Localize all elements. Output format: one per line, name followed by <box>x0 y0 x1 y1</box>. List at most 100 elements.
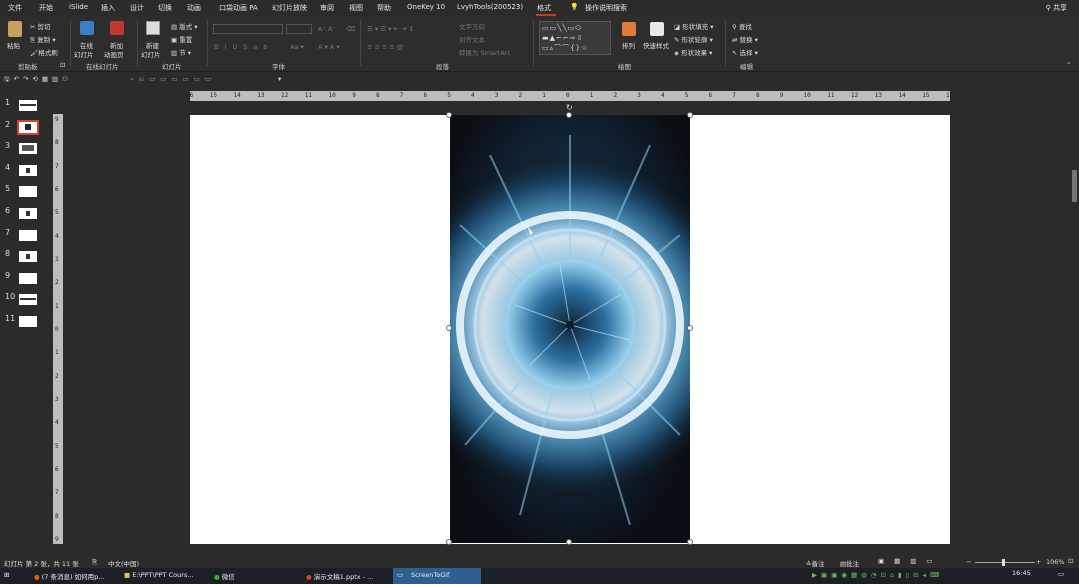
resize-handle[interactable] <box>687 325 693 331</box>
grow-font-icon[interactable]: A⁺ A⁻ <box>318 25 336 33</box>
slide-thumbnail[interactable] <box>19 273 37 284</box>
tab-slideshow[interactable]: 幻灯片放映 <box>272 3 307 13</box>
tray-icons[interactable]: ▶▣▣◉▦◍◔⊡⌂▮▯⊟◂⌨ <box>812 571 943 579</box>
zoom-slider-thumb[interactable] <box>1002 559 1005 566</box>
shape-outline-button[interactable]: ✎ 形状轮廓 ▾ <box>674 34 713 44</box>
start-icon[interactable]: ⊞ <box>4 571 9 579</box>
resize-handle[interactable] <box>566 112 572 118</box>
slide-thumbnail[interactable] <box>19 143 37 154</box>
resize-handle[interactable] <box>446 112 452 118</box>
arrange-icon[interactable] <box>622 22 636 36</box>
shape-effects-button[interactable]: ◈ 形状效果 ▾ <box>674 47 712 57</box>
shape-fill-button[interactable]: ◪ 形状填充 ▾ <box>674 21 714 31</box>
comments-button[interactable]: ▤批注 <box>840 558 859 568</box>
zoom-slider[interactable] <box>975 562 1035 563</box>
slide-thumbnail[interactable] <box>19 100 37 111</box>
resize-handle[interactable] <box>687 539 693 545</box>
tab-format[interactable]: 格式 <box>537 3 551 13</box>
paste-icon[interactable] <box>8 21 22 37</box>
notes-button[interactable]: ≙备注 <box>806 558 824 568</box>
scrollbar-thumb[interactable] <box>1072 170 1077 202</box>
taskbar-item-active[interactable]: ▭ ScreenToGif <box>393 568 481 584</box>
tab-file[interactable]: 文件 <box>8 3 22 13</box>
zoom-in-icon[interactable]: + <box>1036 558 1041 566</box>
tab-help[interactable]: 帮助 <box>377 3 391 13</box>
share-button[interactable]: ⚲ 共享 <box>1046 3 1067 13</box>
customize-qat-icon[interactable]: ▾ <box>278 75 281 83</box>
font-color-icon[interactable]: A ▾ A ▾ <box>318 43 340 51</box>
font-name-dropdown[interactable] <box>213 24 283 34</box>
format-painter-button[interactable]: 🖌格式刷 <box>30 47 58 57</box>
layout-button[interactable]: ▤ 版式 ▾ <box>171 21 198 31</box>
taskbar-item[interactable]: ● 微信 <box>214 571 235 581</box>
arrange-button[interactable]: 排列 <box>622 40 635 50</box>
resize-handle[interactable] <box>566 539 572 545</box>
slide-thumbnail[interactable] <box>19 208 37 219</box>
notifications-icon[interactable]: ▭ <box>1058 570 1064 578</box>
copy-button[interactable]: ⎘ 复制 ▾ <box>30 34 56 45</box>
tab-lvyhtools[interactable]: LvyhTools(200523) <box>457 3 523 11</box>
language-indicator[interactable]: 中文(中国) <box>108 558 139 568</box>
clear-format-icon[interactable]: ⌫ <box>346 25 355 33</box>
tab-home[interactable]: 开始 <box>39 3 53 13</box>
taskbar-item[interactable]: ● (7 条消息) 如何用p... <box>34 571 104 581</box>
clipboard-launcher-icon[interactable]: ⊡ <box>60 61 65 69</box>
tab-design[interactable]: 设计 <box>130 3 144 13</box>
replace-button[interactable]: ⇄ 替换 ▾ <box>732 34 758 44</box>
find-button[interactable]: ⚲ 查找 <box>732 21 752 31</box>
zoom-level[interactable]: 106% <box>1046 558 1065 566</box>
slide-thumbnail[interactable] <box>19 294 37 305</box>
ruler-tick-label: 3 <box>55 256 59 263</box>
reset-button[interactable]: ▣ 重置 <box>171 34 192 44</box>
font-style-buttons[interactable]: BIUSab <box>214 43 273 51</box>
vertical-scrollbar[interactable] <box>1070 88 1079 556</box>
taskbar-item[interactable]: ■ E:\PPT\PPT Cours... <box>124 571 194 579</box>
tab-onekey[interactable]: OneKey 10 <box>407 3 445 11</box>
tab-review[interactable]: 审阅 <box>320 3 334 13</box>
clock[interactable]: 16:45 <box>1012 569 1031 577</box>
slide-picture[interactable] <box>450 115 690 543</box>
cut-button[interactable]: ✂ 剪切 <box>30 21 51 31</box>
smartart-button[interactable]: 转换为 SmartArt <box>459 47 510 57</box>
slide-thumbnail-selected[interactable] <box>17 120 39 135</box>
taskbar-item[interactable]: ● 演示文稿1.pptx - ... <box>306 571 373 581</box>
align-icons[interactable]: ≡ ≡ ≡ ≡ ▥ <box>367 43 403 51</box>
view-buttons[interactable]: ▣▦▥▭ <box>878 557 943 565</box>
text-direction-button[interactable]: 文字方向 <box>459 21 485 31</box>
tab-view[interactable]: 视图 <box>349 3 363 13</box>
tab-animations[interactable]: 动画 <box>187 3 201 13</box>
zoom-out-icon[interactable]: − <box>966 558 971 566</box>
bullets-icon[interactable]: ☰ ▾ ☰ ▾ ⇤ ⇥ ↕ <box>367 25 414 33</box>
collapse-ribbon-icon[interactable]: ⌃ <box>1066 61 1071 69</box>
section-button[interactable]: ▥ 节 ▾ <box>171 47 191 57</box>
tab-insert[interactable]: 插入 <box>101 3 115 13</box>
tab-pocket-animation[interactable]: 口袋动画 PA <box>219 3 258 13</box>
paste-button[interactable]: 粘贴 <box>7 40 20 50</box>
shapes-gallery[interactable]: ▭▭╲╲▭⬭ ▬▲⌐⌐⇨⇩ ▭▵⌒⌒{}☆ <box>539 21 611 55</box>
slide-thumbnail[interactable] <box>19 186 37 197</box>
fit-slide-icon[interactable]: ⊡ <box>1068 557 1073 565</box>
slide-thumbnail[interactable] <box>19 316 37 327</box>
quick-tools-icons[interactable]: ⌁⎌▭▭▭▭▭▭ <box>130 75 216 84</box>
font-size-dropdown[interactable] <box>286 24 312 34</box>
quick-styles-icon[interactable] <box>650 22 664 36</box>
rotate-handle-icon[interactable]: ↻ <box>566 103 573 112</box>
save-undo-redo-icons[interactable]: 🖫↶↷⟲▦▥⚇ <box>4 75 72 86</box>
quick-styles-button[interactable]: 快速样式 <box>643 40 669 50</box>
resize-handle[interactable] <box>446 539 452 545</box>
tab-islide[interactable]: iSlide <box>69 3 88 11</box>
tab-transitions[interactable]: 切换 <box>158 3 172 13</box>
resize-handle[interactable] <box>446 325 452 331</box>
case-icon[interactable]: Aa ▾ <box>290 43 304 51</box>
online-slides-icon[interactable] <box>80 21 94 35</box>
slide-thumbnail[interactable] <box>19 251 37 262</box>
spellcheck-icon[interactable]: ⎘ <box>92 558 97 567</box>
resize-handle[interactable] <box>687 112 693 118</box>
select-button[interactable]: ↖ 选择 ▾ <box>732 47 758 57</box>
slide-thumbnail[interactable] <box>19 230 37 241</box>
new-slide-icon[interactable] <box>146 21 160 35</box>
slide-thumbnail[interactable] <box>19 165 37 176</box>
new-animation-icon[interactable] <box>110 21 124 35</box>
tell-me-search[interactable]: 操作说明搜索 <box>585 3 627 13</box>
align-text-button[interactable]: 对齐文本 <box>459 34 485 44</box>
